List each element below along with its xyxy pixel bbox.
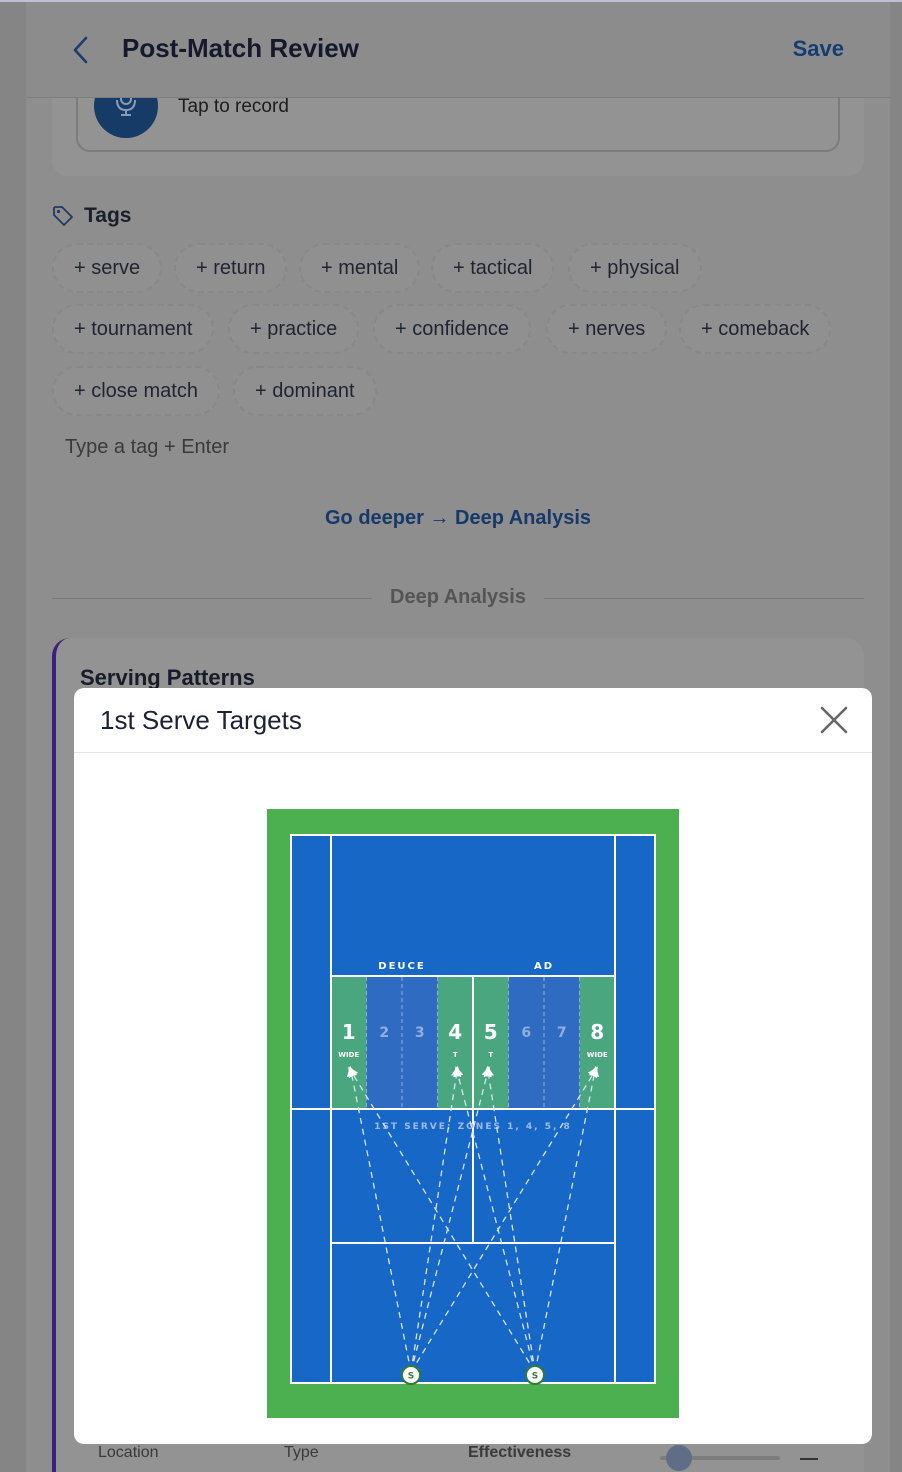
serve-zone-number: 3 [415,1025,425,1041]
tag-chip-nerves[interactable]: + nerves [546,304,668,354]
close-button[interactable] [818,704,850,736]
tags-title: Tags [84,204,132,227]
server-marker-ad: S [525,1365,545,1385]
serve-zone-number: 5 [484,1020,498,1044]
tag-chip-physical[interactable]: + physical [568,243,702,293]
effectiveness-slider-thumb[interactable] [666,1445,692,1471]
record-label: Tap to record [178,96,289,117]
back-button[interactable] [66,32,96,68]
close-icon [820,706,848,734]
serve-zone-number: 7 [557,1025,567,1041]
serve-zone-number: 1 [342,1020,356,1044]
serve-zone-number: 6 [521,1025,531,1041]
serve-zone-box[interactable] [508,977,545,1109]
tag-icon [53,206,73,226]
serve-zone-box[interactable] [366,977,403,1109]
serve-zone-7[interactable]: 7 [543,977,580,1109]
tag-chip-serve[interactable]: + serve [52,243,163,293]
serve-entry-row: Location Type Effectiveness [56,1444,868,1472]
tag-chip-mental[interactable]: + mental [299,243,421,293]
serve-zone-number: 8 [590,1020,604,1044]
type-label: Type [284,1444,319,1461]
tennis-court-diagram: 1 WIDE 2 3 4 T 5 T 6 7 8 WIDE DEUCE AD 1ST SERVE: Z… [267,809,679,1418]
tag-chip-dominant[interactable]: + dominant [233,366,377,416]
serve-zone-sublabel: T [453,1051,458,1059]
go-deeper-link[interactable]: Go deeper → Deep Analysis [0,507,902,530]
tag-chip-comeback[interactable]: + comeback [679,304,832,354]
remove-button[interactable] [800,1458,818,1460]
serve-zone-sublabel: WIDE [587,1051,608,1059]
location-label: Location [98,1444,159,1461]
app-header: Post-Match Review Save [26,0,890,98]
serve-summary-label: 1ST SERVE: ZONES 1, 4, 5, 8 [374,1122,572,1132]
tag-chip-confidence[interactable]: + confidence [373,304,531,354]
ad-label: AD [534,961,554,972]
serve-zone-6[interactable]: 6 [508,977,545,1109]
page-title: Post-Match Review [122,33,359,63]
server-marker-deuce: S [401,1365,421,1385]
serve-zone-number: 2 [379,1025,389,1041]
deuce-label: DEUCE [378,961,425,972]
serve-zone-sublabel: T [488,1051,493,1059]
tag-chip-tournament[interactable]: + tournament [52,304,215,354]
tag-chip-close-match[interactable]: + close match [52,366,220,416]
tags-heading: Tags [52,204,131,228]
divider-line-right [544,598,864,599]
serve-zone-4[interactable]: 4T [437,977,474,1109]
serve-targets-modal: 1st Serve Targets 1 WIDE 2 3 4 T 5 T 6 7 8 WIDE [74,688,872,1444]
serve-zone-1[interactable]: 1 WIDE [331,977,367,1109]
modal-title: 1st Serve Targets [100,705,302,735]
tag-chip-practice[interactable]: + practice [228,304,360,354]
serve-zone-3[interactable]: 3 [401,977,438,1109]
serve-zone-2[interactable]: 2 [366,977,403,1109]
tag-chip-return[interactable]: + return [174,243,288,293]
serve-zone-box[interactable] [544,977,580,1109]
serve-zone-8[interactable]: 8 WIDE [579,977,616,1109]
server-marker-label: S [532,1372,538,1382]
chevron-left-icon [73,36,88,64]
section-divider: Deep Analysis [52,586,864,610]
effectiveness-label: Effectiveness [468,1444,572,1461]
serve-zone-number: 4 [448,1020,462,1044]
server-marker-label: S [408,1372,414,1382]
save-button[interactable]: Save [793,36,844,62]
window-top-edge [0,0,902,2]
serve-zone-box[interactable] [402,977,438,1109]
modal-header: 1st Serve Targets [74,688,872,753]
serve-zone-sublabel: WIDE [338,1051,359,1059]
tag-chip-tactical[interactable]: + tactical [431,243,555,293]
tag-input[interactable]: Type a tag + Enter [65,436,229,459]
